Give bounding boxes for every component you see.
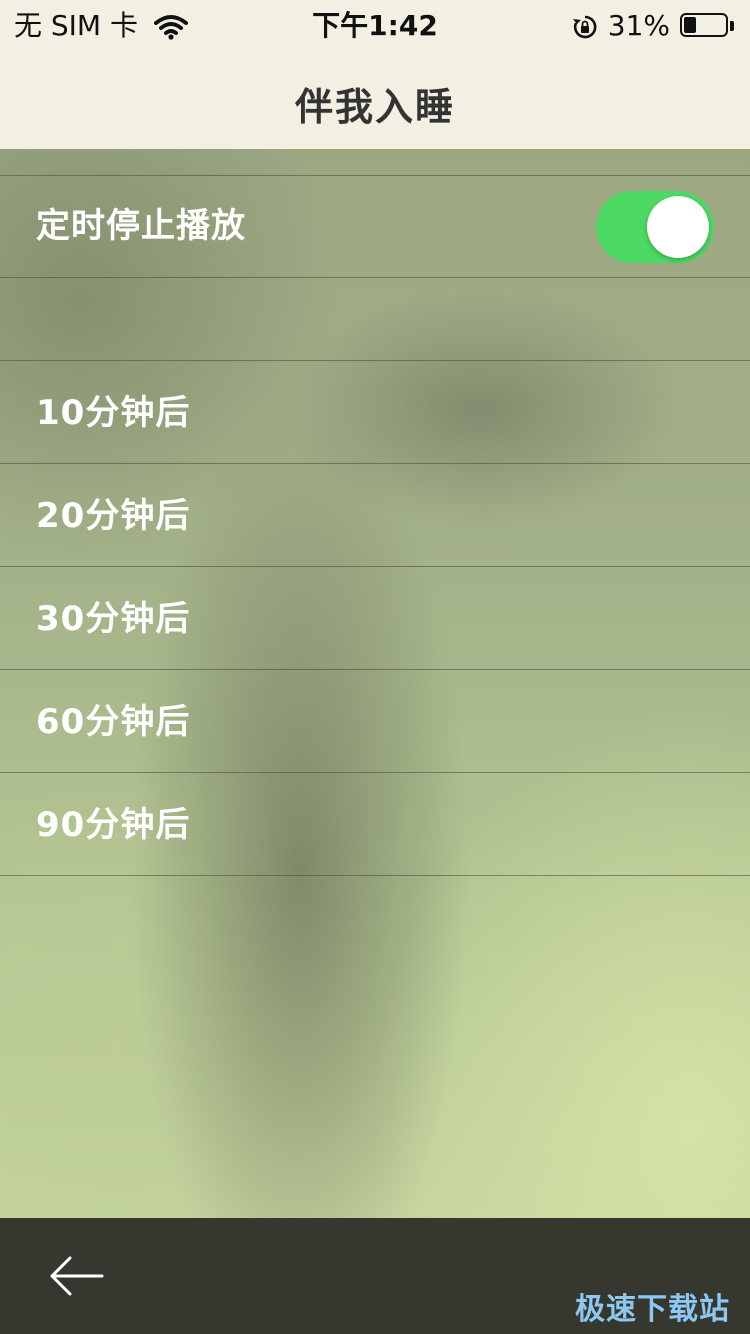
option-label: 10分钟后 — [36, 393, 191, 433]
timer-toggle-switch[interactable] — [596, 191, 714, 263]
timer-option-60[interactable]: 60分钟后 — [0, 669, 750, 772]
list-divider — [0, 875, 750, 876]
back-button[interactable] — [46, 1254, 110, 1298]
timer-toggle-row: 定时停止播放 — [0, 175, 750, 277]
timer-toggle-label: 定时停止播放 — [36, 206, 246, 246]
timer-option-90[interactable]: 90分钟后 — [0, 772, 750, 875]
bottom-bar: 极速下载站 — [0, 1218, 750, 1334]
option-label: 20分钟后 — [36, 496, 191, 536]
timer-option-20[interactable]: 20分钟后 — [0, 463, 750, 566]
status-bar: 无 SIM 卡 下午1:42 31% — [0, 0, 750, 52]
settings-panel: 定时停止播放 10分钟后 20分钟后 30分钟后 60分钟后 90分钟后 — [0, 149, 750, 1218]
arrow-left-icon — [50, 1256, 104, 1296]
watermark-text: 极速下载站 — [575, 1292, 730, 1327]
option-label: 60分钟后 — [36, 702, 191, 742]
timer-option-10[interactable]: 10分钟后 — [0, 360, 750, 463]
rotation-lock-icon — [572, 13, 598, 39]
battery-percent: 31% — [607, 9, 670, 42]
status-right: 31% — [572, 8, 736, 44]
page-title: 伴我入睡 — [294, 85, 455, 129]
nav-bar: 伴我入睡 — [0, 52, 750, 149]
spacer-row — [0, 277, 750, 360]
timer-option-30[interactable]: 30分钟后 — [0, 566, 750, 669]
option-label: 30分钟后 — [36, 599, 191, 639]
battery-icon — [680, 13, 736, 39]
option-label: 90分钟后 — [36, 805, 191, 845]
